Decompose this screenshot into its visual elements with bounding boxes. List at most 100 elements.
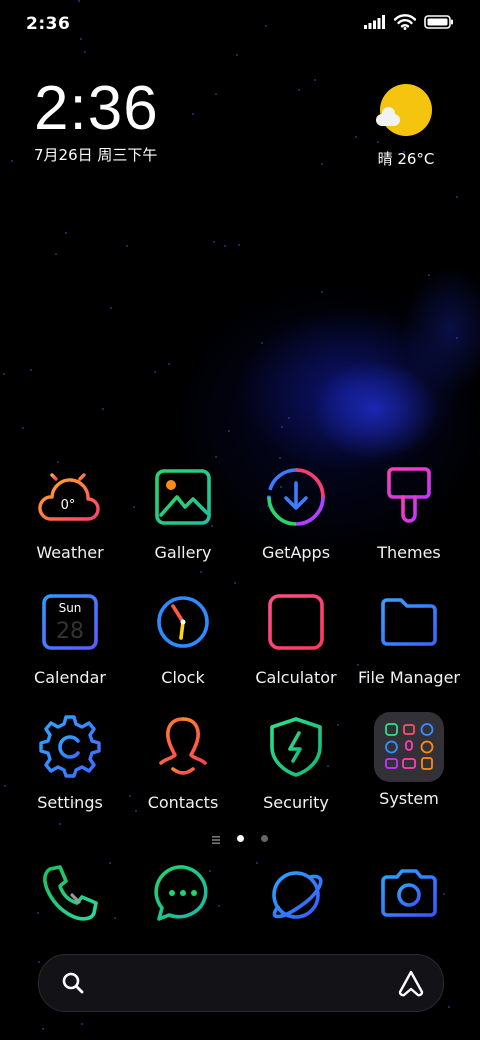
wallpaper-star (456, 196, 458, 198)
wallpaper-star (42, 1028, 44, 1030)
themes-icon (387, 467, 431, 523)
dock-browser[interactable] (236, 858, 356, 928)
app-folder-system[interactable]: System (349, 712, 469, 808)
wallpaper-star (192, 113, 194, 115)
app-label: Themes (377, 543, 441, 562)
wallpaper-star (456, 337, 458, 339)
dock-camera[interactable] (349, 858, 469, 928)
folder-icon (381, 598, 437, 646)
wallpaper-star (261, 342, 263, 344)
wallpaper-star (448, 1006, 450, 1008)
weather-summary: 晴 26°C (377, 150, 435, 168)
page-indicator[interactable] (0, 828, 480, 848)
search-icon[interactable] (61, 971, 85, 995)
app-label: Contacts (147, 793, 219, 812)
app-label: Security (263, 793, 329, 812)
gear-icon (39, 715, 101, 778)
battery-icon (424, 15, 453, 29)
status-bar: 2:36 (0, 0, 480, 52)
app-label: GetApps (261, 543, 331, 562)
app-contacts[interactable]: Contacts (123, 715, 243, 812)
app-weather[interactable]: 0° Weather (10, 465, 130, 562)
app-label: Calculator (255, 668, 337, 687)
app-label: Clock (161, 668, 205, 687)
wallpaper-star (4, 785, 6, 787)
wallpaper-star (298, 89, 300, 91)
shield-icon (270, 717, 322, 777)
assistant-icon[interactable] (397, 969, 425, 997)
folder-system-icon (374, 712, 444, 782)
getapps-icon (267, 468, 325, 526)
home-menu-indicator-icon (211, 829, 220, 848)
wallpaper-star (224, 245, 226, 247)
sunny-icon (376, 84, 432, 136)
app-label: Weather (36, 543, 104, 562)
wallpaper-star (81, 1023, 83, 1025)
wallpaper-star (102, 408, 104, 410)
wallpaper-star (428, 274, 430, 276)
wallpaper-star (288, 417, 290, 419)
dock-phone[interactable] (10, 858, 130, 928)
wallpaper-star (215, 456, 217, 458)
app-label: File Manager (358, 668, 460, 687)
app-label: Calendar (34, 668, 106, 687)
browser-icon (272, 871, 323, 919)
wallpaper-star (154, 371, 156, 373)
wallpaper-star (3, 373, 5, 375)
widget-time: 2:36 (34, 74, 159, 143)
wallpaper-star (281, 426, 283, 428)
wallpaper-star (213, 241, 215, 243)
weather-widget[interactable]: 晴 26°C (366, 84, 446, 169)
wallpaper-star (126, 245, 128, 247)
app-label: System (379, 789, 439, 808)
weather-icon: 0° (38, 467, 100, 521)
wallpaper-star (59, 823, 61, 825)
app-clock[interactable]: Clock (123, 590, 243, 687)
wallpaper-star (57, 461, 59, 463)
wallpaper-star (38, 961, 40, 963)
clock-widget[interactable]: 2:36 7月26日 周三下午 (34, 76, 159, 165)
calendar-day-name: Sun (59, 601, 82, 615)
signal-icon (364, 15, 385, 29)
wallpaper-star (22, 427, 24, 429)
page-dot-active[interactable] (237, 835, 244, 842)
wallpaper-star (238, 244, 240, 246)
wallpaper-star (65, 232, 67, 234)
app-label: Gallery (154, 543, 212, 562)
wallpaper-star (30, 369, 32, 371)
phone-icon (43, 865, 98, 921)
wallpaper-star (215, 93, 217, 95)
clock-icon (157, 596, 209, 648)
wallpaper-star (200, 571, 202, 573)
app-themes[interactable]: Themes (349, 465, 469, 562)
wallpaper-star (228, 430, 230, 432)
app-calendar[interactable]: Sun 28 Calendar (10, 590, 130, 687)
wallpaper-star (11, 160, 13, 162)
wifi-icon (394, 14, 416, 30)
app-gallery[interactable]: Gallery (123, 465, 243, 562)
status-icons (364, 14, 454, 30)
weather-app-badge: 0° (61, 498, 76, 513)
gallery-icon (155, 469, 211, 525)
app-settings[interactable]: Settings (10, 715, 130, 812)
app-file-manager[interactable]: File Manager (349, 590, 469, 687)
app-getapps[interactable]: GetApps (236, 465, 356, 562)
calendar-icon: Sun 28 (42, 594, 98, 650)
search-bar[interactable] (38, 954, 444, 1012)
page-dot[interactable] (261, 835, 269, 842)
wallpaper-star (321, 163, 323, 165)
app-security[interactable]: Security (236, 715, 356, 812)
wallpaper-star (314, 79, 316, 81)
wallpaper-star (234, 582, 236, 584)
dock-messages[interactable] (123, 858, 243, 928)
camera-icon (381, 869, 437, 917)
message-icon (154, 865, 208, 921)
app-calculator[interactable]: Calculator (236, 590, 356, 687)
wallpaper-star (355, 136, 357, 138)
wallpaper-star (236, 54, 238, 56)
wallpaper-star (321, 291, 323, 293)
wallpaper-star (55, 253, 57, 255)
calculator-icon (268, 594, 324, 650)
contacts-icon (159, 717, 207, 775)
status-time: 2:36 (26, 14, 71, 34)
